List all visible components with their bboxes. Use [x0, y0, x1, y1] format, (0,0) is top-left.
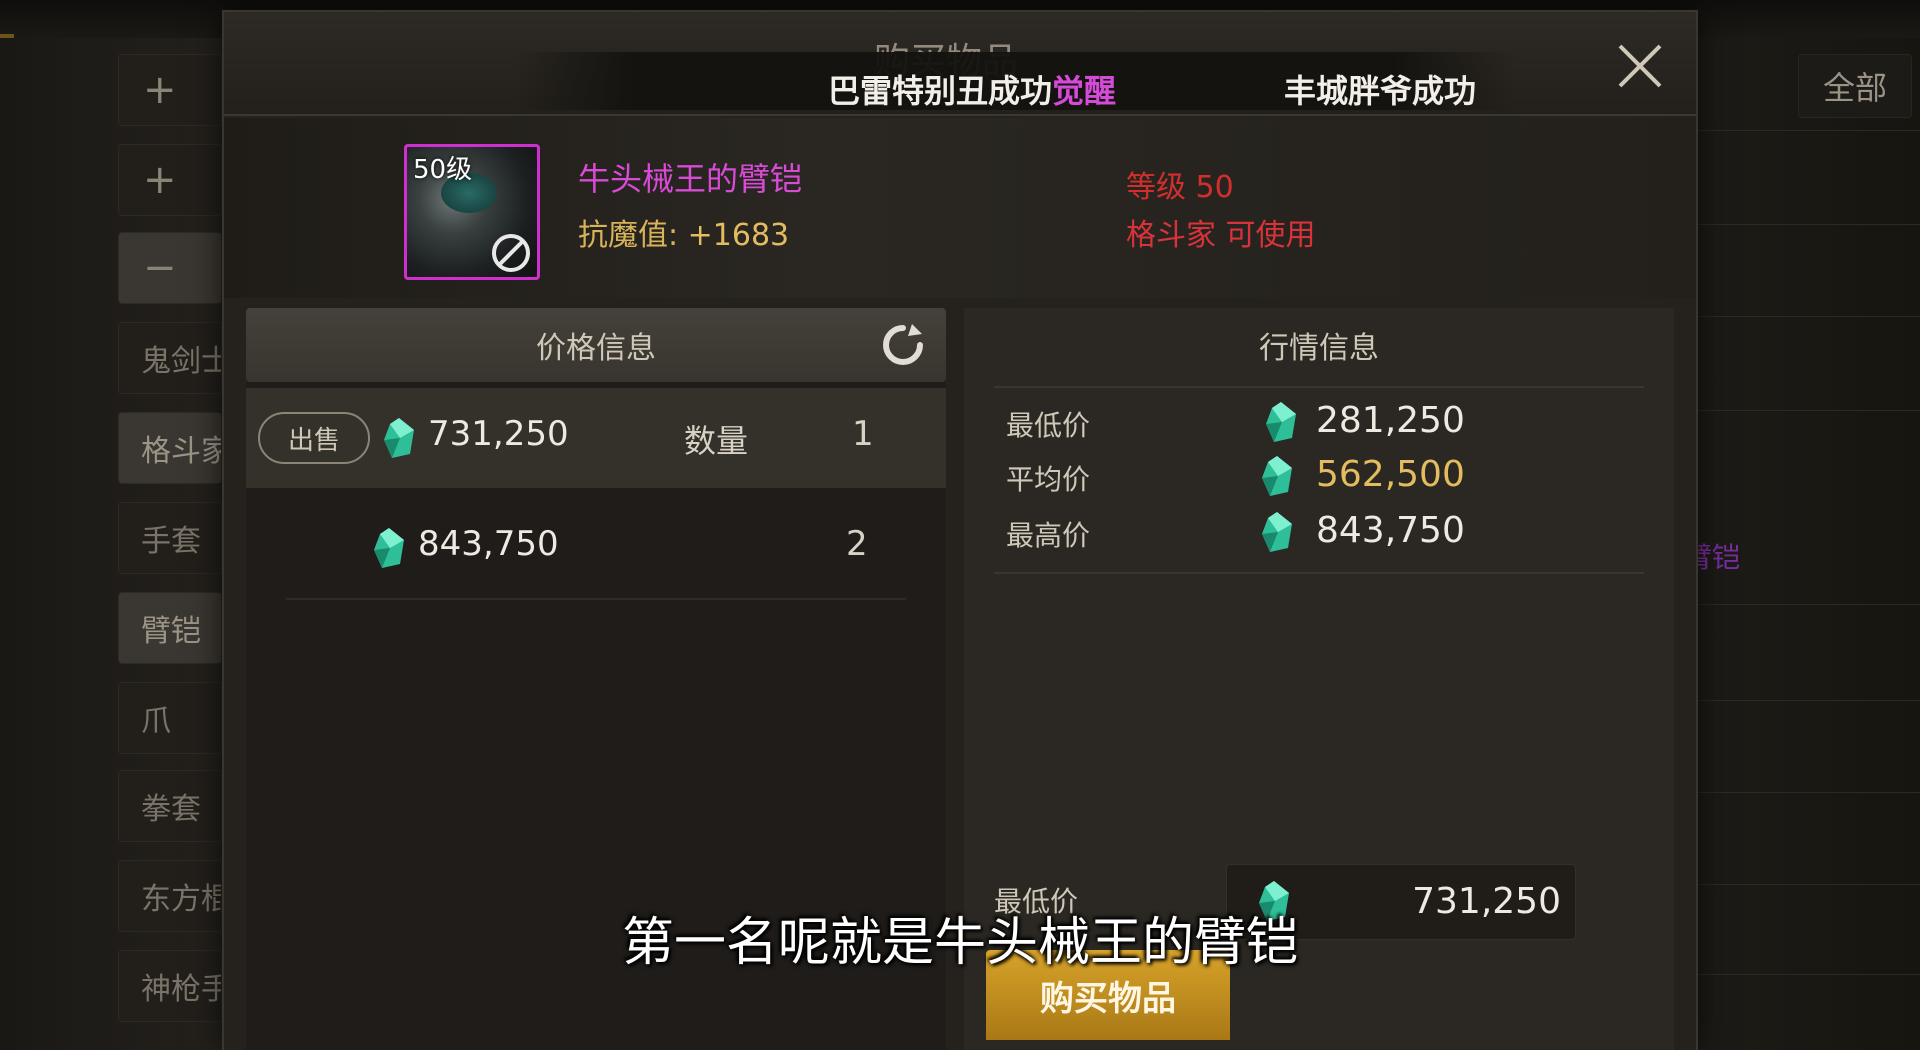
- listing-price: 843,750: [418, 524, 559, 564]
- divider: [1698, 604, 1920, 605]
- usable-class: 格斗家 可使用: [1126, 218, 1316, 253]
- sell-tag: 出售: [258, 412, 370, 464]
- arm-armor-icon[interactable]: 50级: [404, 144, 540, 280]
- max-price-label: 最高价: [1006, 519, 1091, 552]
- stat-label: 抗魔值:: [578, 218, 688, 253]
- divider: [994, 572, 1644, 574]
- listing-row[interactable]: 843,750 2: [246, 494, 946, 598]
- gem-currency-icon: [1262, 456, 1292, 496]
- divider: [1698, 410, 1920, 411]
- quantity-label: 数量: [684, 422, 749, 460]
- divider: [1698, 974, 1920, 975]
- min-price-label: 最低价: [1006, 409, 1091, 442]
- bottom-min-price-value: 731,250: [1412, 881, 1561, 922]
- filter-all-button[interactable]: 全部: [1798, 54, 1912, 118]
- stat-value: +1683: [687, 218, 790, 253]
- sidebar-item-fighter[interactable]: 格斗家: [118, 412, 222, 484]
- avg-price-label: 平均价: [1006, 463, 1091, 496]
- sidebar-item-arm-armor[interactable]: 臂铠: [118, 592, 222, 664]
- min-price-value: 281,250: [1316, 400, 1465, 441]
- sidebar-item-knuckle[interactable]: 拳套: [118, 770, 222, 842]
- dialog-header: 购买物品 巴雷特别丑成功觉醒 丰城胖爷成功: [224, 12, 1696, 116]
- sidebar-item-tonfa[interactable]: 东方棍: [118, 860, 222, 932]
- avg-price-value: 562,500: [1316, 454, 1465, 495]
- divider: [1698, 700, 1920, 701]
- gem-currency-icon: [1266, 402, 1296, 442]
- listing-price: 731,250: [428, 414, 569, 454]
- max-price-value: 843,750: [1316, 510, 1465, 551]
- divider: [1698, 884, 1920, 885]
- item-stat: 抗魔值: +1683: [578, 210, 789, 254]
- divider: [1698, 130, 1920, 131]
- expand-button[interactable]: +: [118, 54, 222, 126]
- listing-quantity: 1: [852, 414, 874, 454]
- item-level-badge: 50级: [413, 155, 473, 185]
- item-info: 50级 牛头械王的臂铠 抗魔值: +1683 等级 50 格斗家 可使用: [224, 118, 1696, 298]
- listing-quantity: 2: [846, 524, 868, 564]
- sidebar-item-gunner[interactable]: 神枪手: [118, 950, 222, 1022]
- close-icon[interactable]: [1610, 36, 1670, 96]
- divider: [1698, 316, 1920, 317]
- server-notice: 巴雷特别丑成功觉醒: [828, 66, 1116, 112]
- sidebar-item-slayer[interactable]: 鬼剑士: [118, 322, 222, 394]
- untradeable-icon: [492, 234, 530, 272]
- refresh-icon[interactable]: [878, 320, 928, 370]
- sidebar-item-claw[interactable]: 爪: [118, 682, 222, 754]
- divider: [1698, 224, 1920, 225]
- price-info-header: 价格信息: [246, 308, 946, 382]
- divider: [1698, 792, 1920, 793]
- required-level: 等级 50: [1126, 170, 1234, 205]
- divider: [286, 598, 906, 600]
- buy-item-dialog: 购买物品 巴雷特别丑成功觉醒 丰城胖爷成功 50级 牛头械王的臂铠 抗魔值: +…: [222, 10, 1698, 1050]
- gem-currency-icon: [374, 528, 404, 568]
- gem-currency-icon: [1262, 512, 1292, 552]
- gem-currency-icon: [384, 418, 414, 458]
- price-info-title: 价格信息: [536, 331, 656, 366]
- notice-text: 巴雷特别丑成功: [828, 72, 1053, 110]
- notice-highlight: 觉醒: [1052, 72, 1117, 110]
- video-subtitle: 第一名呢就是牛头械王的臂铠: [621, 913, 1298, 973]
- server-notice: 丰城胖爷成功: [1284, 72, 1477, 110]
- market-info-title: 行情信息: [1259, 331, 1379, 366]
- divider: [994, 386, 1644, 388]
- item-name: 牛头械王的臂铠: [578, 160, 803, 198]
- listing-row[interactable]: 出售 731,250 数量 1: [246, 388, 946, 488]
- expand-button[interactable]: +: [118, 144, 222, 216]
- collapse-button[interactable]: −: [118, 232, 222, 304]
- sidebar-item-gloves[interactable]: 手套: [118, 502, 222, 574]
